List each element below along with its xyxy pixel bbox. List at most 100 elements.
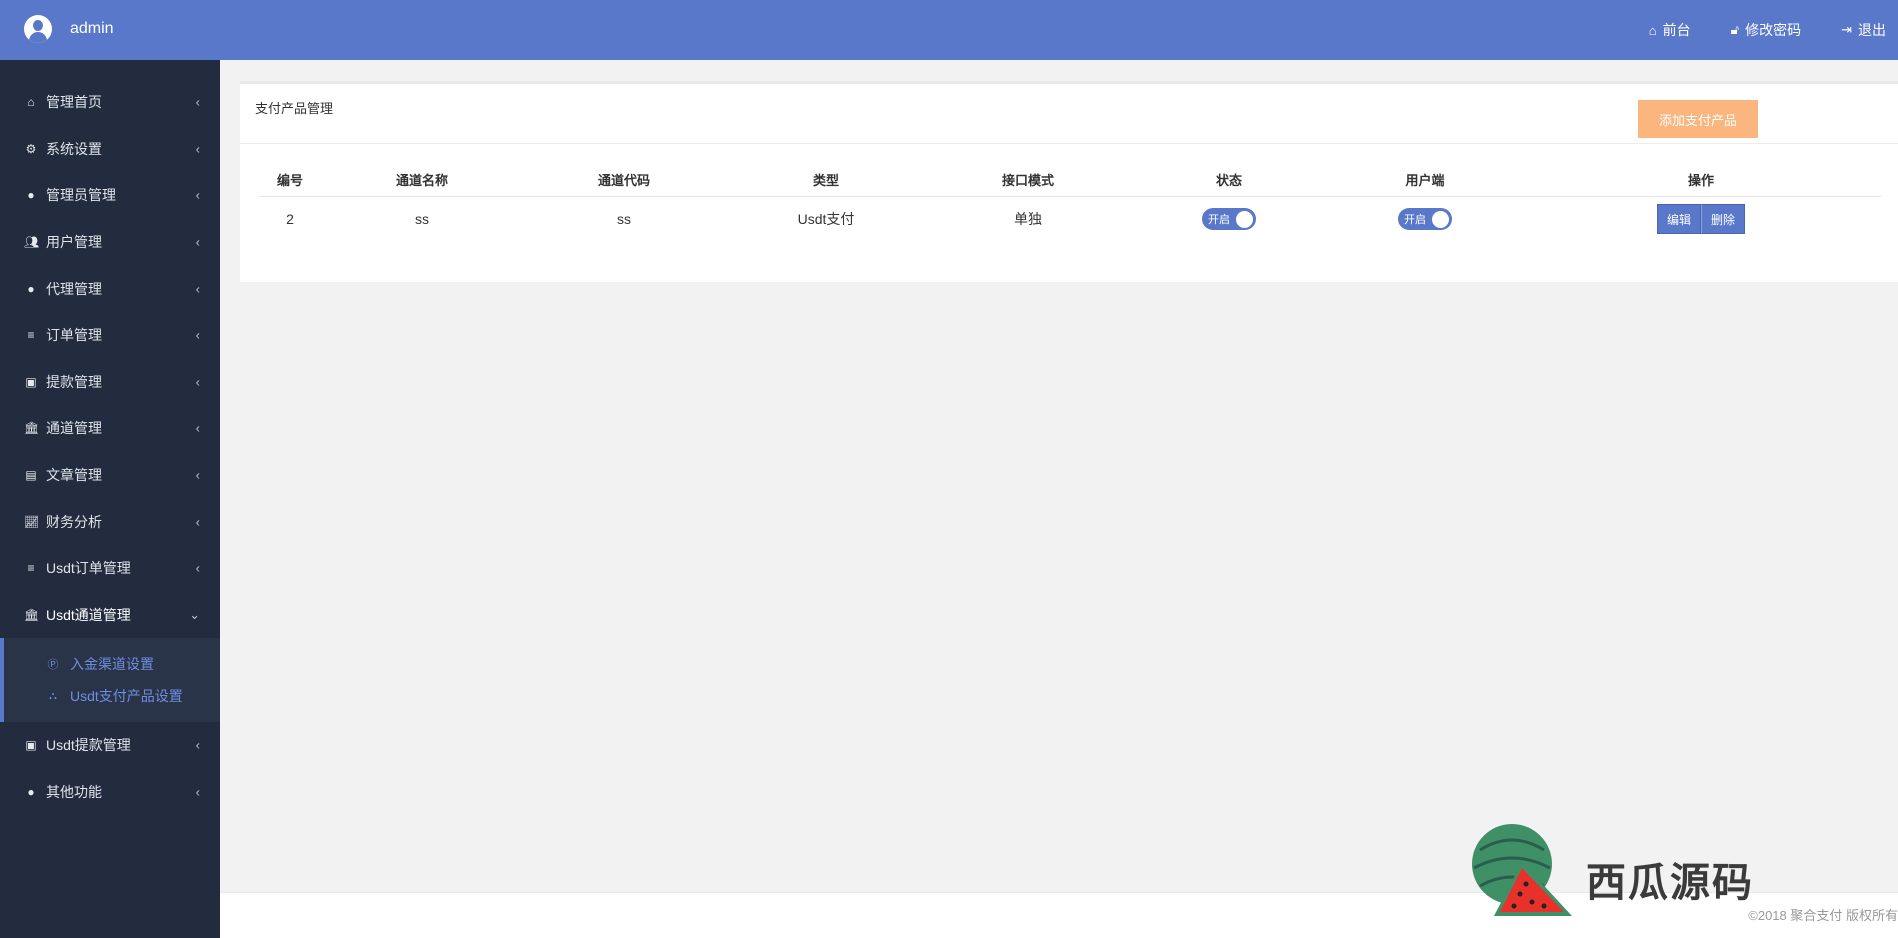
sidebar-item-usdt-orders[interactable]: ≡ Usdt订单管理 ‹	[0, 545, 220, 592]
col-header-id: 编号	[259, 164, 321, 197]
logout-icon: ⇥	[1841, 22, 1852, 37]
home-icon: ⌂	[1648, 22, 1657, 38]
sidebar-subitem-label: 入金渠道设置	[70, 656, 154, 673]
col-header-channel-code: 通道代码	[523, 164, 725, 197]
chevron-left-icon: ‹	[195, 420, 200, 436]
chevron-left-icon: ‹	[195, 234, 200, 250]
sidebar-item-label: Usdt订单管理	[46, 560, 131, 577]
sidebar-item-label: 管理员管理	[46, 187, 116, 204]
sidebar-item-article-management[interactable]: ▤ 文章管理 ‹	[0, 452, 220, 499]
toggle-knob	[1236, 210, 1253, 228]
sidebar-subitem-deposit-channel-settings[interactable]: Ⓟ 入金渠道设置	[4, 648, 220, 680]
chevron-left-icon: ‹	[195, 467, 200, 483]
cell-type: Usdt支付	[797, 211, 855, 228]
sidebar-item-admin-management[interactable]: ● 管理员管理 ‹	[0, 172, 220, 219]
nav-change-password-label: 修改密码	[1745, 22, 1802, 38]
parking-icon: Ⓟ	[47, 659, 59, 672]
col-header-type: 类型	[725, 164, 927, 197]
col-header-status: 状态	[1129, 164, 1329, 197]
sidebar-menu: ⌂ 管理首页 ‹ ⚙ 系统设置 ‹ ● 管理员管理 ‹ 👥︎ 用户管理 ‹ ● 代理管理 ‹ ≡ 订单…	[0, 60, 220, 815]
sidebar-item-label: 用户管理	[46, 234, 102, 251]
sidebar-item-order-management[interactable]: ≡ 订单管理 ‹	[0, 312, 220, 359]
sidebar-item-usdt-withdraw[interactable]: ▣ Usdt提款管理 ‹	[0, 722, 220, 769]
sidebar-item-user-management[interactable]: 👥︎ 用户管理 ‹	[0, 219, 220, 266]
panel-divider	[240, 143, 1898, 144]
top-nav: ⌂ 前台 🔓︎ 修改密码 ⇥ 退出	[1649, 20, 1886, 40]
nav-frontend-link[interactable]: ⌂ 前台	[1649, 20, 1691, 40]
add-payment-product-button[interactable]: 添加支付产品	[1638, 100, 1758, 138]
sidebar-item-channel-management[interactable]: 🏛︎ 通道管理 ‹	[0, 405, 220, 452]
user-circle-icon: ●	[27, 281, 35, 296]
sidebar-item-label: 财务分析	[46, 513, 102, 530]
sidebar-item-agent-management[interactable]: ● 代理管理 ‹	[0, 265, 220, 312]
sidebar-subitem-usdt-product-settings[interactable]: ⛬ Usdt支付产品设置	[4, 680, 220, 712]
users-icon: 👥︎	[24, 235, 40, 250]
edit-button[interactable]: 编辑	[1657, 204, 1701, 235]
cell-interface-mode: 单独	[1014, 211, 1042, 228]
line-chart-icon: 📈︎	[24, 514, 40, 529]
cell-id: 2	[286, 211, 294, 228]
status-toggle-label: 开启	[1208, 214, 1230, 227]
product-table: 编号 通道名称 通道代码 类型 接口模式 状态 用户端 操作 2 ss ss U…	[259, 164, 1881, 242]
sidebar-item-usdt-channels[interactable]: 🏛︎ Usdt通道管理 ⌄	[0, 592, 220, 639]
sitemap-icon: ⛬	[49, 689, 57, 702]
sidebar-item-label: 系统设置	[46, 140, 102, 157]
delete-button[interactable]: 删除	[1701, 204, 1745, 235]
user-circle-icon: ●	[27, 785, 35, 800]
nav-logout-label: 退出	[1858, 22, 1886, 38]
watermark-logo: 西瓜源码	[1460, 820, 1760, 920]
watermelon-icon	[1472, 824, 1572, 916]
col-header-interface-mode: 接口模式	[927, 164, 1129, 197]
sidebar-item-label: 订单管理	[46, 327, 102, 344]
sidebar-subitem-label: Usdt支付产品设置	[70, 688, 183, 705]
sidebar-item-label: 其他功能	[46, 784, 102, 801]
list-icon: ≡	[27, 561, 35, 576]
top-bar: admin ⌂ 前台 🔓︎ 修改密码 ⇥ 退出	[0, 0, 1898, 60]
lock-icon: ▣	[25, 738, 37, 753]
bank-icon: 🏛︎	[24, 421, 40, 436]
sidebar-item-label: Usdt提款管理	[46, 737, 131, 754]
cell-channel-name: ss	[415, 211, 429, 228]
sidebar-item-withdraw-management[interactable]: ▣ 提款管理 ‹	[0, 359, 220, 406]
chevron-left-icon: ‹	[195, 784, 200, 800]
cell-channel-code: ss	[617, 211, 631, 228]
chevron-left-icon: ‹	[195, 737, 200, 753]
sidebar-item-other-functions[interactable]: ● 其他功能 ‹	[0, 769, 220, 816]
sidebar-item-finance-analysis[interactable]: 📈︎ 财务分析 ‹	[0, 498, 220, 545]
user-circle-icon: ●	[27, 188, 35, 203]
chevron-left-icon: ‹	[195, 374, 200, 390]
sidebar-item-label: 代理管理	[46, 280, 102, 297]
col-header-actions: 操作	[1521, 164, 1881, 197]
username: admin	[70, 20, 114, 37]
sidebar-item-system-settings[interactable]: ⚙ 系统设置 ‹	[0, 126, 220, 173]
chevron-down-icon: ⌄	[189, 606, 200, 622]
chevron-left-icon: ‹	[195, 141, 200, 157]
sidebar-item-label: 文章管理	[46, 467, 102, 484]
avatar[interactable]	[24, 15, 52, 43]
list-icon: ≡	[27, 328, 35, 343]
sidebar-item-label: 提款管理	[46, 373, 102, 390]
sidebar: ⌂ 管理首页 ‹ ⚙ 系统设置 ‹ ● 管理员管理 ‹ 👥︎ 用户管理 ‹ ● 代理管理 ‹ ≡ 订单…	[0, 60, 220, 938]
sidebar-item-label: 管理首页	[46, 94, 102, 111]
copyright-text: ©2018 聚合支付 版权所有	[1748, 908, 1898, 923]
nav-change-password-link[interactable]: 🔓︎ 修改密码	[1731, 20, 1801, 40]
lock-icon: ▣	[25, 374, 37, 389]
chevron-left-icon: ‹	[195, 514, 200, 530]
action-button-group: 编辑 删除	[1657, 204, 1745, 235]
nav-logout-link[interactable]: ⇥ 退出	[1841, 20, 1886, 40]
sidebar-item-label: 通道管理	[46, 420, 102, 437]
gears-icon: ⚙	[25, 141, 37, 156]
product-panel: 支付产品管理 添加支付产品 编号 通道名称 通道代码 类型 接口模式 状态 用户…	[240, 81, 1898, 282]
sidebar-submenu-usdt-channels: Ⓟ 入金渠道设置 ⛬ Usdt支付产品设置	[0, 638, 220, 723]
col-header-client: 用户端	[1329, 164, 1521, 197]
page-title: 支付产品管理	[255, 101, 334, 116]
chevron-left-icon: ‹	[195, 94, 200, 110]
cell-client: 开启	[1329, 196, 1521, 242]
sidebar-item-label: Usdt通道管理	[46, 606, 131, 623]
sidebar-item-home[interactable]: ⌂ 管理首页 ‹	[0, 79, 220, 126]
client-toggle[interactable]: 开启	[1398, 208, 1452, 231]
cell-actions: 编辑 删除	[1521, 196, 1881, 242]
table-row: 2 ss ss Usdt支付 单独 开启 开启 编辑 删除	[259, 196, 1881, 242]
bank-icon: 🏛︎	[24, 607, 40, 622]
status-toggle[interactable]: 开启	[1202, 208, 1256, 231]
